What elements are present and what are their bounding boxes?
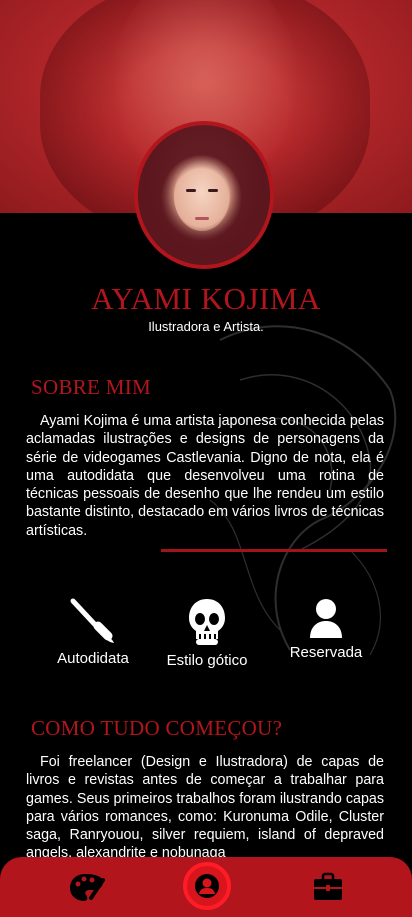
palette-icon [70, 874, 105, 901]
profile-icon [195, 874, 219, 898]
feature-estilo-gotico: Estilo gótico [155, 598, 259, 669]
briefcase-icon [314, 872, 342, 900]
paintbrush-icon [70, 598, 114, 643]
feature-label: Reservada [289, 644, 363, 661]
profile-role: Ilustradora e Artista. [148, 319, 264, 334]
feature-label: Estilo gótico [166, 652, 248, 669]
avatar-hair [138, 125, 270, 265]
avatar-eye-left [186, 189, 196, 192]
nav-gallery-button[interactable] [62, 857, 112, 917]
profile-avatar [134, 121, 274, 269]
skull-icon [189, 599, 225, 645]
features-row: Autodidata Estilo gótico Reservada [0, 598, 412, 673]
section-divider [161, 549, 387, 552]
about-text: Ayami Kojima é uma artista japonesa conh… [26, 413, 384, 539]
history-text: Foi freelancer (Design e Ilustradora) de… [26, 754, 384, 862]
user-icon [310, 599, 342, 638]
avatar-mouth [195, 217, 209, 220]
profile-name: AYAMI KOJIMA [91, 281, 321, 316]
feature-label: Autodidata [57, 650, 129, 667]
avatar-eye-right [208, 189, 218, 192]
history-title: COMO TUDO COMEÇOU? [31, 716, 283, 740]
nav-portfolio-button[interactable] [303, 857, 353, 917]
feature-reservada: Reservada [275, 598, 377, 661]
about-title: SOBRE MIM [31, 375, 151, 399]
feature-autodidata: Autodidata [40, 598, 146, 667]
nav-profile-button[interactable] [183, 862, 231, 910]
